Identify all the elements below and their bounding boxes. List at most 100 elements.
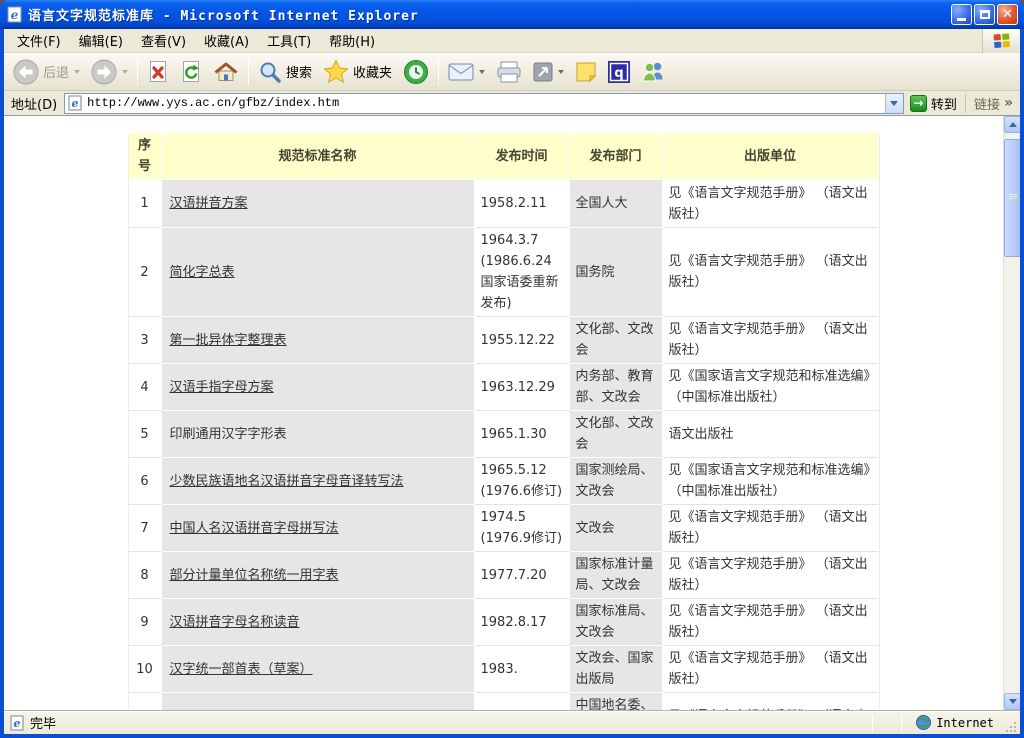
resize-grip[interactable] xyxy=(1004,720,1018,734)
cell-name: 汉语拼音字母名称读音 xyxy=(162,599,475,646)
vertical-scrollbar[interactable] xyxy=(1003,116,1020,710)
chevron-right-icon: » xyxy=(1004,95,1013,111)
cell-num: 6 xyxy=(129,458,162,505)
status-divider xyxy=(901,715,902,731)
favorites-button[interactable]: 收藏夹 xyxy=(318,56,397,88)
menu-item-0[interactable]: 文件(F) xyxy=(8,28,70,53)
go-arrow-icon: → xyxy=(910,95,927,112)
stop-button[interactable] xyxy=(142,56,174,88)
print-icon xyxy=(496,61,522,83)
menu-item-3[interactable]: 收藏(A) xyxy=(195,28,258,53)
cell-date: 1965.1.30 xyxy=(475,411,570,458)
edit-icon xyxy=(533,62,553,82)
security-zone: Internet xyxy=(916,715,1004,730)
cell-date: 1964.3.7 (1986.6.24国家语委重新发布) xyxy=(475,228,570,317)
column-header-1: 规范标准名称 xyxy=(162,133,475,180)
standard-name-link[interactable]: 第一批异体字整理表 xyxy=(170,333,287,348)
go-label: 转到 xyxy=(931,94,957,113)
standard-name-link[interactable]: 少数民族语地名汉语拼音字母音译转写法 xyxy=(170,474,404,489)
svg-text:e: e xyxy=(14,717,21,730)
cell-dept: 国家标准局、文改会 xyxy=(570,599,663,646)
standard-name-link[interactable]: 中国人名汉语拼音字母拼写法 xyxy=(170,521,339,536)
address-bar: 地址(D) e http://www.yys.ac.cn/gfbz/index.… xyxy=(4,91,1020,116)
cell-dept: 国家标准计量局、文改会 xyxy=(570,552,663,599)
scrollbar-thumb[interactable] xyxy=(1004,139,1020,257)
q-logo-button[interactable]: q xyxy=(603,56,635,88)
standard-name-link[interactable]: 汉字统一部首表（草案） xyxy=(170,662,313,677)
cell-name: 汉语拼音方案 xyxy=(162,180,475,228)
table-row: 7中国人名汉语拼音字母拼写法1974.5 (1976.9修订)文改会见《语言文字… xyxy=(129,505,879,552)
search-button[interactable]: 搜索 xyxy=(253,56,317,88)
standards-table: 序号规范标准名称发布时间发布部门出版单位 1汉语拼音方案1958.2.11全国人… xyxy=(128,133,880,710)
cell-name: 部分计量单位名称统一用字表 xyxy=(162,552,475,599)
cell-date: 1963.12.29 xyxy=(475,364,570,411)
q-logo-icon: q xyxy=(608,61,630,83)
standard-name-link[interactable]: 汉语手指字母方案 xyxy=(170,380,274,395)
cell-pub: 见《国家语言文字规范和标准选编》（中国标准出版社） xyxy=(663,364,879,411)
edit-dropdown-icon xyxy=(558,70,564,74)
edit-button[interactable] xyxy=(528,56,569,88)
messenger-button[interactable] xyxy=(636,56,670,88)
links-bar[interactable]: 链接 » xyxy=(965,94,1017,113)
title-bar: e 语言文字规范标准库 - Microsoft Internet Explore… xyxy=(0,0,1024,29)
cell-date: 1983. xyxy=(475,646,570,693)
minimize-button[interactable] xyxy=(951,4,972,25)
table-row: 9汉语拼音字母名称读音1982.8.17国家标准局、文改会见《语言文字规范手册》… xyxy=(129,599,879,646)
messenger-icon xyxy=(641,60,665,83)
menu-item-5[interactable]: 帮助(H) xyxy=(320,28,384,53)
cell-num: 7 xyxy=(129,505,162,552)
menu-bar: 文件(F)编辑(E)查看(V)收藏(A)工具(T)帮助(H) xyxy=(4,29,1020,53)
status-bar: e 完毕 Internet xyxy=(4,710,1020,734)
status-divider xyxy=(872,715,873,731)
cell-num: 8 xyxy=(129,552,162,599)
cell-date: 1965.5.12 (1976.6修订) xyxy=(475,458,570,505)
thumb-grip xyxy=(1009,194,1017,200)
print-button[interactable] xyxy=(491,56,527,88)
back-label: 后退 xyxy=(43,62,69,81)
mail-button[interactable] xyxy=(443,56,490,88)
menu-item-1[interactable]: 编辑(E) xyxy=(70,28,132,53)
forward-button[interactable] xyxy=(86,56,133,88)
home-button[interactable] xyxy=(208,56,244,88)
scroll-down-button[interactable] xyxy=(1004,693,1020,710)
menu-item-4[interactable]: 工具(T) xyxy=(258,28,320,53)
cell-name: 少数民族语地名汉语拼音字母音译转写法 xyxy=(162,458,475,505)
go-button[interactable]: → 转到 xyxy=(904,92,963,115)
cell-dept: 文化部、文改会 xyxy=(570,317,663,364)
maximize-button[interactable] xyxy=(974,4,995,25)
forward-icon xyxy=(91,59,117,85)
standard-name-link[interactable]: 汉语拼音字母名称读音 xyxy=(170,615,300,630)
cell-pub: 见《语言文字规范手册》 （语文出版社） xyxy=(663,505,879,552)
standard-name-link[interactable]: 汉语拼音方案 xyxy=(170,196,248,211)
history-button[interactable] xyxy=(398,56,434,88)
cell-dept: 文化部、文改会 xyxy=(570,411,663,458)
cell-name: 第一批异体字整理表 xyxy=(162,317,475,364)
address-label: 地址(D) xyxy=(7,94,64,113)
table-row: 1汉语拼音方案1958.2.11全国人大见《语言文字规范手册》 （语文出版社） xyxy=(129,180,879,228)
close-button[interactable]: ✕ xyxy=(997,4,1018,25)
refresh-button[interactable] xyxy=(175,56,207,88)
standard-name-link[interactable]: 部分计量单位名称统一用字表 xyxy=(170,568,339,583)
note-button[interactable] xyxy=(570,56,602,88)
back-icon xyxy=(13,59,39,85)
scroll-up-button[interactable] xyxy=(1004,116,1020,133)
minimize-icon xyxy=(957,18,966,21)
chevron-down-icon xyxy=(890,101,898,106)
cell-num: 3 xyxy=(129,317,162,364)
address-input[interactable]: e http://www.yys.ac.cn/gfbz/index.htm xyxy=(64,93,904,114)
column-header-2: 发布时间 xyxy=(475,133,570,180)
back-button[interactable]: 后退 xyxy=(8,56,85,88)
cell-num: 4 xyxy=(129,364,162,411)
cell-num: 1 xyxy=(129,180,162,228)
ie-logo-icon: e xyxy=(6,6,23,23)
cell-dept: 文改会、国家出版局 xyxy=(570,646,663,693)
menu-item-2[interactable]: 查看(V) xyxy=(132,28,195,53)
table-row: 10汉字统一部首表（草案）1983.文改会、国家出版局见《语言文字规范手册》 （… xyxy=(129,646,879,693)
standard-name-link[interactable]: 简化字总表 xyxy=(170,265,235,280)
cell-pub: 语文出版社 xyxy=(663,411,879,458)
svg-text:e: e xyxy=(72,97,79,110)
cell-num: 11 xyxy=(129,693,162,710)
cell-name: 汉语手指字母方案 xyxy=(162,364,475,411)
address-dropdown-button[interactable] xyxy=(885,94,903,113)
cell-name: 中国人名汉语拼音字母拼写法 xyxy=(162,505,475,552)
